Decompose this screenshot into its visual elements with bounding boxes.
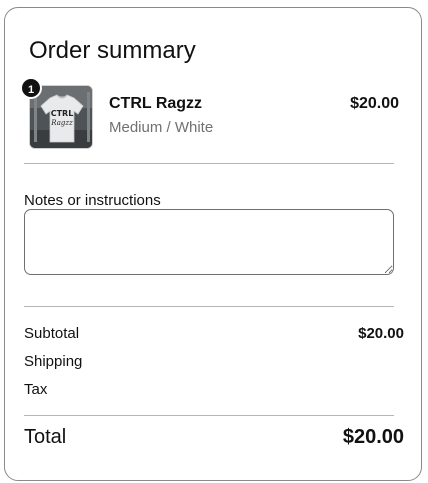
notes-input[interactable] — [24, 209, 394, 275]
divider — [24, 306, 394, 307]
tax-label: Tax — [24, 381, 48, 398]
shipping-label: Shipping — [24, 353, 83, 370]
subtotal-label: Subtotal — [24, 325, 80, 342]
line-item: CTRL Ragzz 1 CTRL Ragzz Medium / White $… — [20, 77, 399, 149]
product-price: $20.00 — [350, 95, 399, 112]
svg-text:Ragzz: Ragzz — [50, 119, 73, 127]
tshirt-print-text: CTRL — [51, 109, 74, 118]
divider — [24, 415, 394, 416]
subtotal-value: $20.00 — [358, 325, 404, 342]
order-summary-title: Order summary — [29, 37, 196, 64]
total-label: Total — [24, 426, 67, 448]
quantity-badge: 1 — [20, 77, 42, 99]
tshirt-product-image: CTRL Ragzz — [30, 86, 92, 148]
notes-label: Notes or instructions — [24, 192, 161, 209]
total-value: $20.00 — [342, 426, 404, 448]
product-name: CTRL Ragzz — [109, 95, 203, 112]
divider — [24, 163, 394, 164]
product-variant: Medium / White — [109, 119, 214, 136]
